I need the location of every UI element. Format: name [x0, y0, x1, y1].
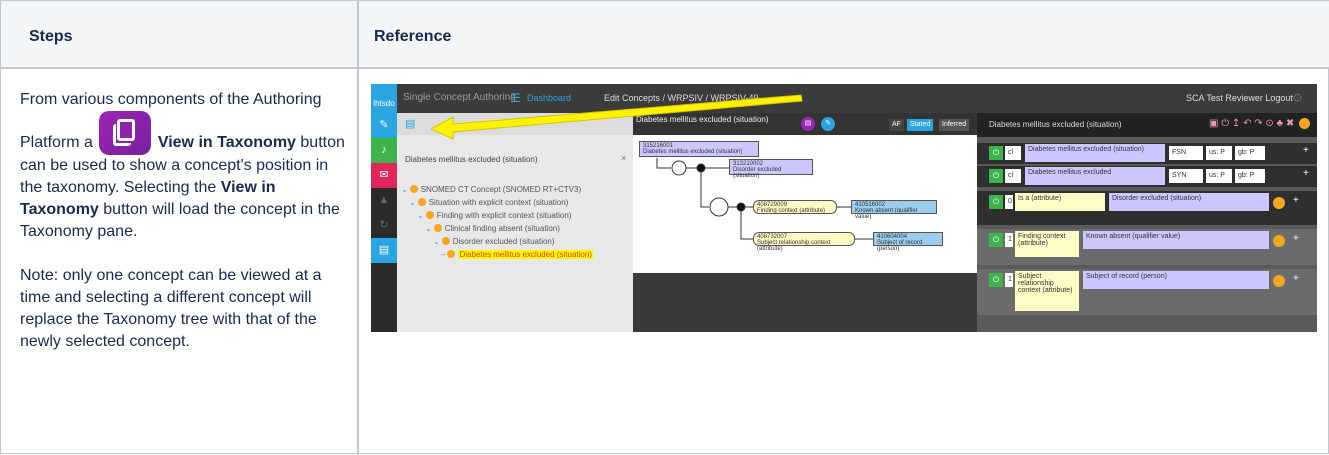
bell-icon[interactable]: ♪ [371, 138, 397, 163]
edit-icon[interactable]: ✎ [371, 113, 397, 138]
column-divider [357, 1, 359, 455]
header-reference: Reference [374, 28, 452, 45]
relationship-group-0: ⏻ 0 Is a (attribute) Disorder excluded (… [977, 191, 1317, 225]
view-in-taxonomy-icon [99, 111, 152, 155]
gb-acceptability[interactable]: gb: P [1235, 146, 1265, 160]
tree-item[interactable]: ⌄ Clinical finding absent (situation) [425, 224, 560, 233]
editor-tools-icons[interactable]: ▣ ⏻ ↥ ↶ ↷ ⊙ ♣ ✖ [1209, 118, 1294, 129]
power-icon[interactable]: ⏻ [989, 146, 1003, 160]
relationship-target[interactable]: Subject of record (person) [1083, 271, 1269, 289]
taxonomy-pane: ▤ Diabetes mellitus excluded (situation)… [397, 113, 633, 332]
power-icon[interactable]: ⏻ [989, 195, 1003, 209]
add-icon[interactable]: + [1293, 233, 1299, 244]
editor-title: Diabetes mellitus excluded (situation) [989, 120, 1122, 129]
sidebar: ✎ ♪ ✉ ▲ ↻ ▤ [371, 113, 397, 332]
type-select[interactable]: SYN [1169, 169, 1203, 183]
gb-acceptability[interactable]: gb: P [1235, 169, 1265, 183]
annotation-arrow [431, 94, 803, 140]
comment-icon[interactable]: ▤ [371, 238, 397, 263]
add-icon[interactable]: + [1293, 195, 1299, 206]
add-icon[interactable]: + [1303, 168, 1309, 179]
table-header: Steps Reference [1, 1, 1329, 69]
tree-item[interactable]: ⌄ Disorder excluded (situation) [433, 237, 555, 246]
relationship-type[interactable]: Finding context (attribute) [1015, 231, 1079, 257]
diagram-footer [633, 273, 977, 332]
editor-status-dot [1299, 118, 1310, 129]
status-dot [1273, 197, 1285, 209]
description-field[interactable]: Diabetes mellitus excluded [1025, 167, 1165, 185]
step-text-bold-1: View in Taxonomy [157, 134, 296, 151]
concept-editor: Diabetes mellitus excluded (situation) ▣… [977, 113, 1317, 332]
us-acceptability[interactable]: us: P [1206, 169, 1232, 183]
power-icon[interactable]: ⏻ [989, 233, 1003, 247]
reference-table: Steps Reference From various components … [0, 0, 1329, 455]
user-logout[interactable]: SCA Test Reviewer Logout [1186, 84, 1293, 112]
close-icon[interactable]: × [621, 153, 626, 163]
sync-icon[interactable]: ↻ [371, 213, 397, 238]
group-number: 1 [1005, 233, 1013, 247]
type-select[interactable]: FSN [1169, 146, 1203, 160]
description-field[interactable]: Diabetes mellitus excluded (situation) [1025, 144, 1165, 162]
diagram-pane: Diabetes mellitus excluded (situation) ▤… [633, 113, 977, 332]
tree-item[interactable]: ⌄ Situation with explicit context (situat… [409, 198, 568, 207]
case-field[interactable]: cl [1005, 169, 1021, 183]
tree-item[interactable]: ⌄ Finding with explicit context (situatio… [417, 211, 571, 220]
ihtsdo-logo: ihtsdo [371, 84, 397, 113]
description-row: ⏻ cl Diabetes mellitus excluded SYN us: … [977, 166, 1317, 187]
relationship-target[interactable]: Disorder excluded (situation) [1109, 193, 1269, 211]
editor-header: Diabetes mellitus excluded (situation) ▣… [977, 113, 1317, 137]
header-steps: Steps [29, 28, 73, 45]
tree-item[interactable]: ⌄ SNOMED CT Concept (SNOMED RT+CTV3) [401, 185, 581, 194]
group-number: 1 [1005, 273, 1013, 287]
relationship-type[interactable]: Subject relationship context (attribute) [1015, 271, 1079, 311]
us-acceptability[interactable]: us: P [1206, 146, 1232, 160]
add-icon[interactable]: + [1293, 273, 1299, 284]
description-row: ⏻ cl Diabetes mellitus excluded (situati… [977, 143, 1317, 164]
reference-screenshot: ihtsdo Single Concept Authoring ☰ Dashbo… [371, 84, 1317, 332]
tree-item-selected[interactable]: – Diabetes mellitus excluded (situation) [441, 250, 593, 259]
relationship-target[interactable]: Known absent (qualifier value) [1083, 231, 1269, 249]
power-icon[interactable]: ⏻ [989, 169, 1003, 183]
relationship-group-2: ⏻ 1 Subject relationship context (attrib… [977, 269, 1317, 315]
group-number: 0 [1005, 195, 1013, 209]
steps-cell: From various components of the Authoring… [20, 89, 350, 353]
status-dot [1273, 235, 1285, 247]
mail-icon[interactable]: ✉ [371, 163, 397, 188]
power-icon[interactable]: ⏻ [989, 273, 1003, 287]
step-note: Note: only one concept can be viewed at … [20, 267, 322, 350]
relationship-group-1: ⏻ 1 Finding context (attribute) Known ab… [977, 229, 1317, 265]
graduation-icon[interactable]: ▲ [371, 188, 397, 213]
gear-icon[interactable]: ⚙ [1292, 84, 1303, 112]
case-field[interactable]: cl [1005, 146, 1021, 160]
status-dot [1273, 275, 1285, 287]
add-icon[interactable]: + [1303, 145, 1309, 156]
step-paragraph-1: From various components of the Authoring… [20, 89, 350, 243]
relationship-type[interactable]: Is a (attribute) [1015, 193, 1105, 211]
taxonomy-title: Diabetes mellitus excluded (situation) [405, 155, 538, 164]
taxonomy-tab-icon[interactable]: ▤ [405, 117, 415, 130]
